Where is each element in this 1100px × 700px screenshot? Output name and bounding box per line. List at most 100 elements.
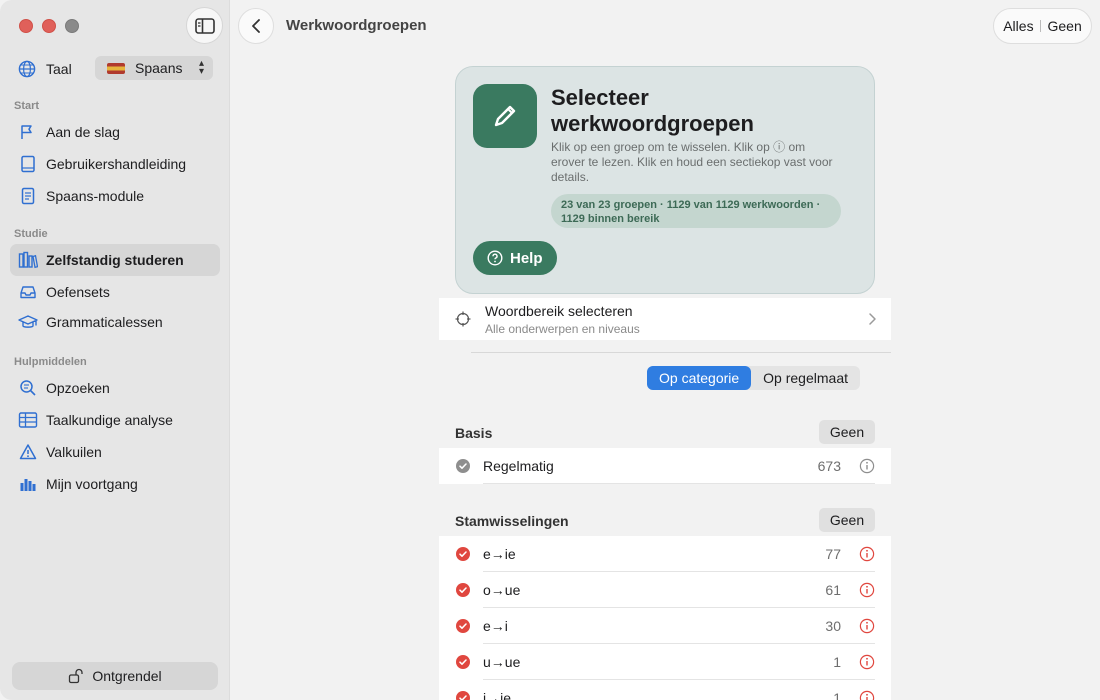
verb-group-label: i→ie <box>483 690 512 700</box>
sidebar-item-zelfstandig-studeren[interactable]: Zelfstandig studeren <box>10 244 220 276</box>
book-icon <box>18 154 38 174</box>
group-none-button[interactable]: Geen <box>819 508 875 532</box>
intro-card: Selecteer werkwoordgroepen Klik op een g… <box>455 66 875 294</box>
close-window-button[interactable] <box>19 19 33 33</box>
sidebar-item-taalkundige-analyse[interactable]: Taalkundige analyse <box>10 404 220 436</box>
checkmark-circle-icon <box>456 583 470 597</box>
language-label: Taal <box>46 61 72 77</box>
info-icon[interactable] <box>859 690 875 700</box>
language-row: Taal Spaans ▴ ▾ <box>18 56 213 82</box>
verb-count: 1 <box>833 654 841 670</box>
sidebar-item-label: Gebruikershandleiding <box>46 156 187 172</box>
search-icon <box>18 378 38 398</box>
checkmark-circle-icon <box>456 691 470 700</box>
list-item[interactable]: u→ue 1 <box>439 644 891 680</box>
question-circle-icon <box>487 250 503 266</box>
verb-count: 673 <box>817 458 841 474</box>
group-title: Stamwisselingen <box>455 513 569 529</box>
sidebar: Taal Spaans ▴ ▾ Start Aan de slag Gebruik… <box>0 0 230 700</box>
help-button[interactable]: Help <box>473 241 557 275</box>
info-icon[interactable] <box>859 458 875 474</box>
minimize-window-button[interactable] <box>42 19 56 33</box>
group-title: Basis <box>455 425 493 441</box>
language-select[interactable]: Spaans ▴ ▾ <box>95 56 213 80</box>
tray-icon <box>18 282 38 302</box>
sidebar-toggle-button[interactable] <box>186 7 223 44</box>
verb-count: 77 <box>825 546 841 562</box>
table-icon <box>18 410 38 430</box>
info-icon[interactable] <box>859 546 875 562</box>
crosshair-icon <box>455 311 471 330</box>
back-button[interactable] <box>238 8 274 44</box>
divider <box>471 352 891 353</box>
sidebar-item-label: Mijn voortgang <box>46 476 138 492</box>
intro-title: Selecteer werkwoordgroepen <box>551 85 754 136</box>
word-range-title: Woordbereik selecteren <box>485 303 633 319</box>
checkmark-circle-icon <box>456 547 470 561</box>
section-title-hulpmiddelen: Hulpmiddelen <box>14 356 87 368</box>
flag-icon <box>18 122 38 142</box>
language-value: Spaans <box>135 60 183 76</box>
select-all-button[interactable]: Alles <box>1003 18 1033 34</box>
list-item[interactable]: Regelmatig 673 <box>439 448 891 484</box>
checkmark-circle-icon <box>456 459 470 473</box>
group-none-button[interactable]: Geen <box>819 420 875 444</box>
info-icon[interactable] <box>859 582 875 598</box>
intro-description: Klik op een groep om te wisselen. Klik o… <box>551 140 833 184</box>
unlock-label: Ontgrendel <box>92 668 162 684</box>
help-label: Help <box>510 249 543 267</box>
tab-op-categorie[interactable]: Op categorie <box>647 366 752 390</box>
list-item[interactable]: i→ie 1 <box>439 680 891 700</box>
sidebar-item-mijn-voortgang[interactable]: Mijn voortgang <box>10 468 220 500</box>
group-header-basis[interactable]: Basis Geen <box>455 420 875 446</box>
sidebar-item-label: Taalkundige analyse <box>46 412 173 428</box>
tab-op-regelmaat[interactable]: Op regelmaat <box>751 366 860 390</box>
bar-chart-icon <box>18 474 38 494</box>
chevron-right-icon <box>867 311 877 330</box>
sidebar-icon <box>194 17 215 34</box>
verb-group-label: Regelmatig <box>483 458 554 474</box>
group-header-stamwisselingen[interactable]: Stamwisselingen Geen <box>455 508 875 534</box>
unlock-button[interactable]: Ontgrendel <box>12 662 218 690</box>
group-list-stamwisselingen: e→ie 77 o→ue 61 e→i 30 u→ue 1 i→ie 1 <box>439 536 891 700</box>
list-item[interactable]: e→ie 77 <box>439 536 891 572</box>
verb-group-label: o→ue <box>483 582 521 598</box>
sidebar-item-label: Opzoeken <box>46 380 110 396</box>
verb-count: 61 <box>825 582 841 598</box>
zoom-window-button[interactable] <box>65 19 79 33</box>
select-none-button[interactable]: Geen <box>1047 18 1081 34</box>
sidebar-item-gebruikershandleiding[interactable]: Gebruikershandleiding <box>10 148 220 180</box>
section-title-start: Start <box>14 100 40 112</box>
info-icon[interactable] <box>859 654 875 670</box>
updown-chevron-icon: ▴ ▾ <box>198 58 204 77</box>
page-title: Werkwoordgroepen <box>286 17 427 34</box>
spain-flag-icon <box>107 62 125 74</box>
list-item[interactable]: e→i 30 <box>439 608 891 644</box>
separator <box>1040 20 1042 32</box>
sidebar-item-label: Oefensets <box>46 284 110 300</box>
document-icon <box>18 186 38 206</box>
verb-group-label: u→ue <box>483 654 521 670</box>
word-range-row[interactable]: Woordbereik selecteren Alle onderwerpen … <box>439 298 891 340</box>
sidebar-item-oefensets[interactable]: Oefensets <box>10 276 220 308</box>
grouping-segmented-control: Op categorie Op regelmaat <box>647 366 860 390</box>
books-icon <box>18 250 38 270</box>
group-list-basis: Regelmatig 673 <box>439 448 891 484</box>
word-range-subtitle: Alle onderwerpen en niveaus <box>485 322 640 336</box>
verb-count: 1 <box>833 690 841 700</box>
sidebar-item-label: Valkuilen <box>46 444 102 460</box>
sidebar-item-opzoeken[interactable]: Opzoeken <box>10 372 220 404</box>
sidebar-item-label: Grammaticalessen <box>46 314 163 330</box>
sidebar-item-valkuilen[interactable]: Valkuilen <box>10 436 220 468</box>
sidebar-item-grammaticalessen[interactable]: Grammaticalessen <box>10 306 220 338</box>
chevron-left-icon <box>252 19 260 33</box>
select-all-none-control: Alles Geen <box>993 8 1092 44</box>
verb-group-label: e→i <box>483 618 508 634</box>
sidebar-item-spaans-module[interactable]: Spaans-module <box>10 180 220 212</box>
row-divider <box>483 483 875 484</box>
list-item[interactable]: o→ue 61 <box>439 572 891 608</box>
verb-count: 30 <box>825 618 841 634</box>
info-icon[interactable] <box>859 618 875 634</box>
main-content: Werkwoordgroepen Alles Geen Selecteer we… <box>231 0 1100 700</box>
sidebar-item-aan-de-slag[interactable]: Aan de slag <box>10 116 220 148</box>
